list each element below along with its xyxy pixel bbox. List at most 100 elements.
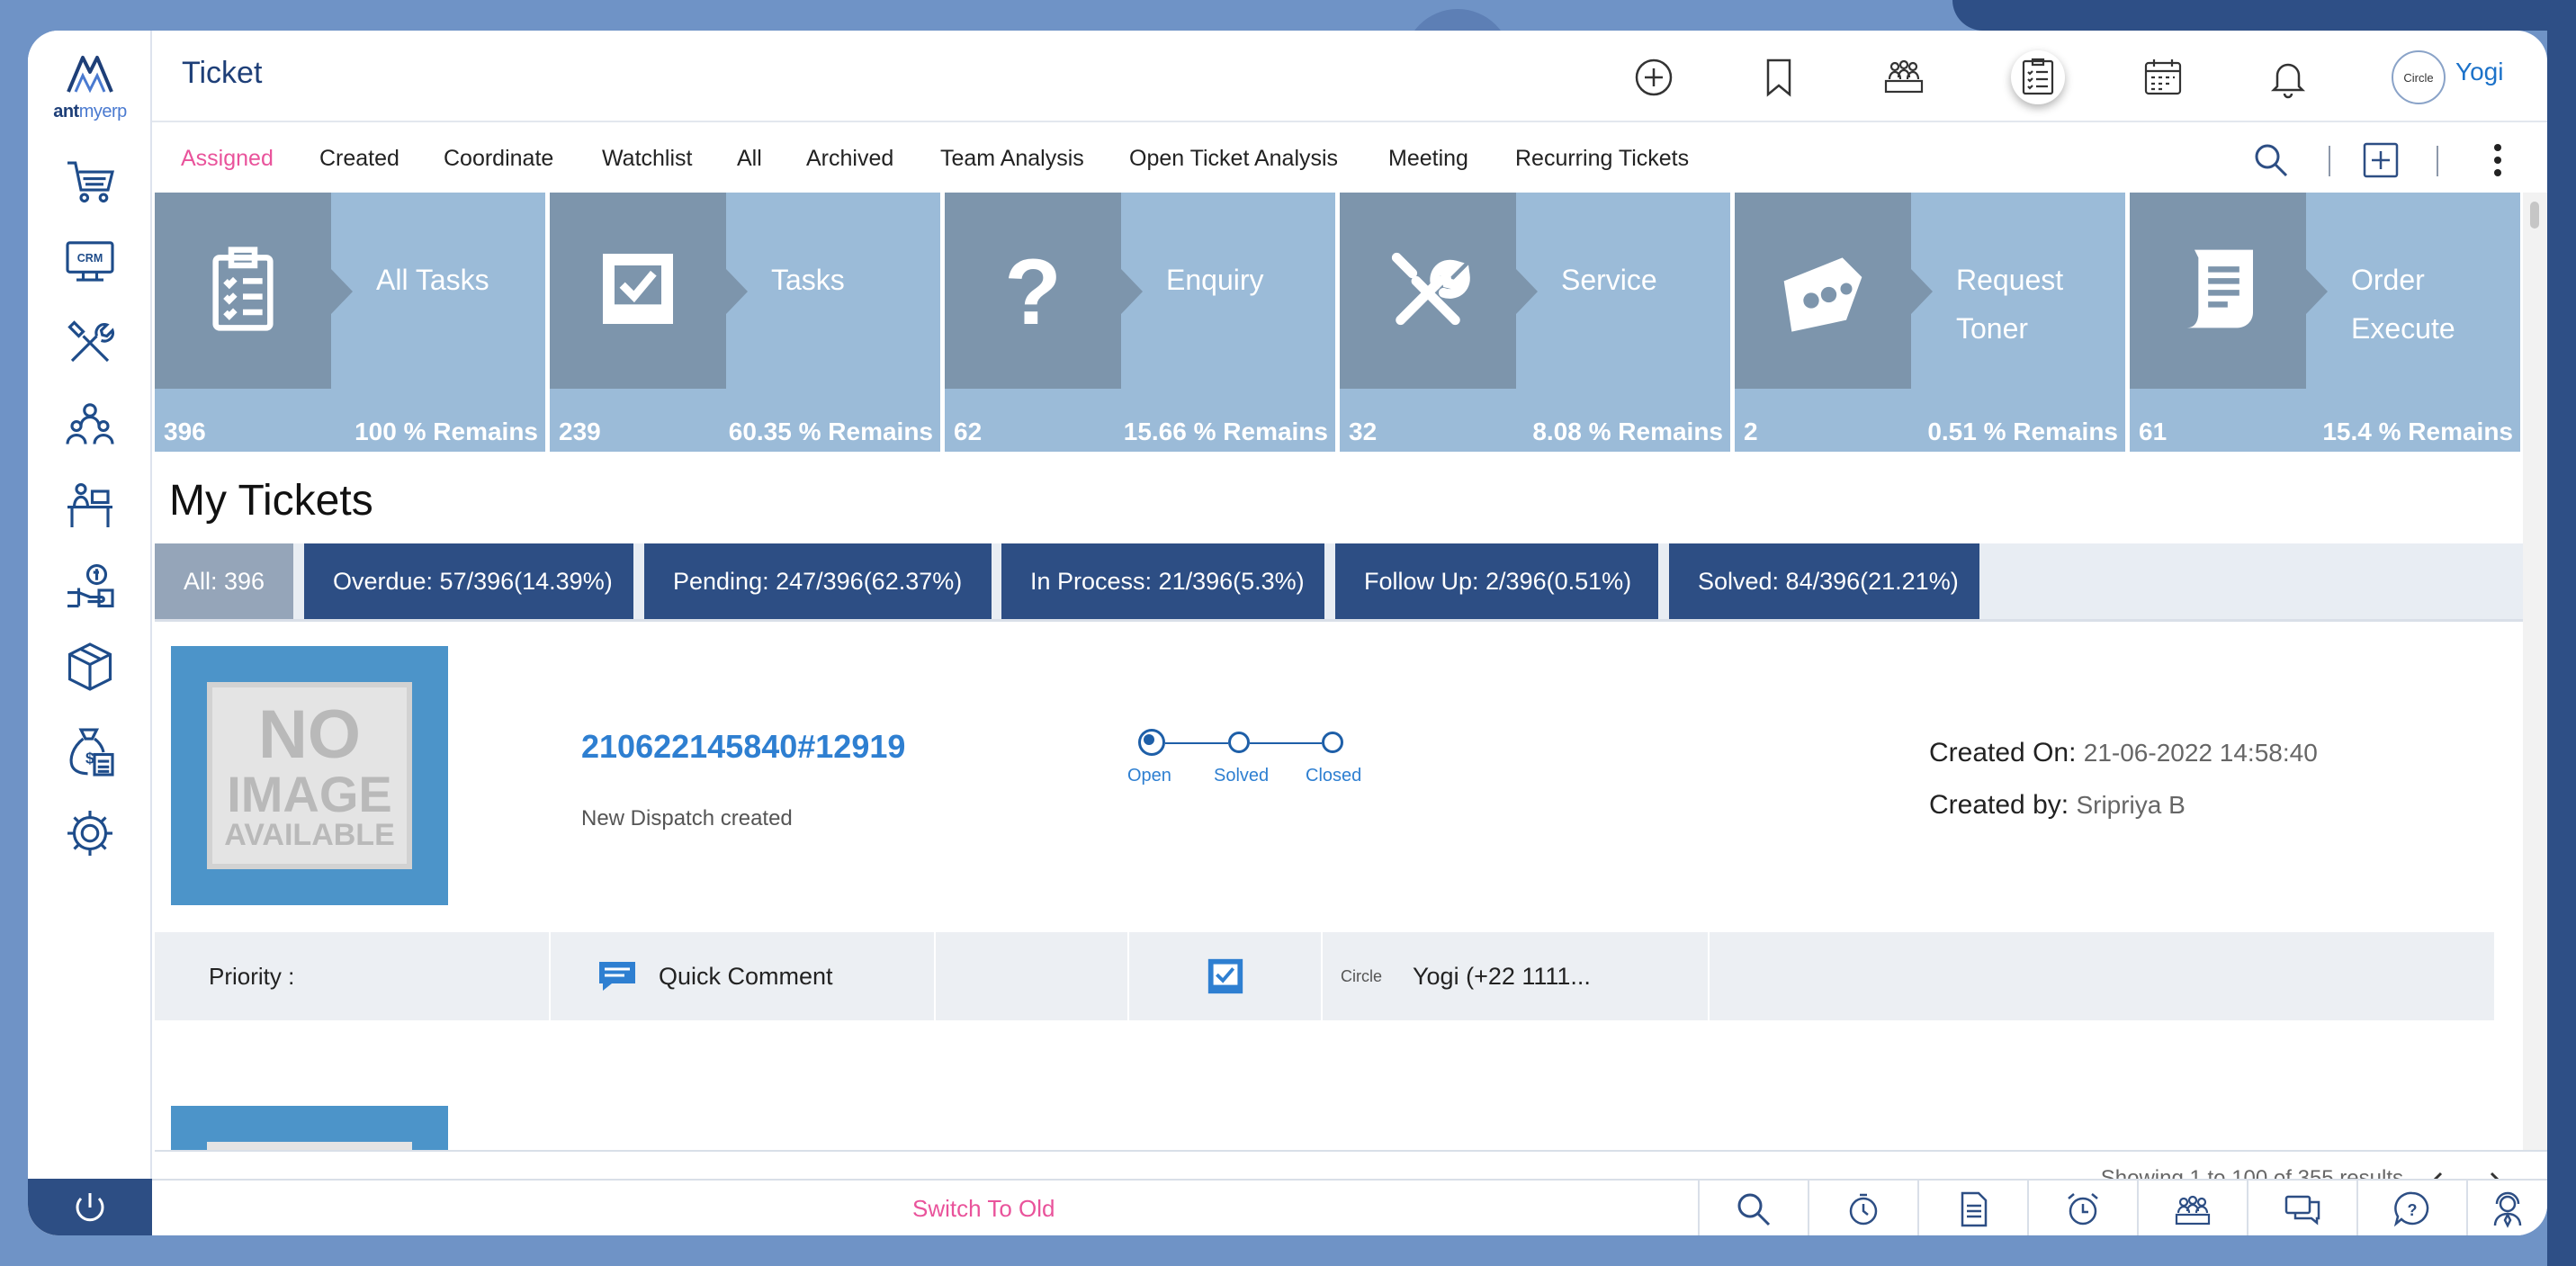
meeting-icon[interactable] bbox=[1877, 50, 1931, 104]
tools-icon[interactable] bbox=[61, 314, 119, 372]
card-service[interactable]: Service 32 8.08 % Remains bbox=[1340, 193, 1730, 452]
team-icon[interactable] bbox=[61, 395, 119, 453]
step-label: Open bbox=[1127, 766, 1171, 786]
card-icon-box bbox=[155, 193, 331, 389]
assignee-cell[interactable]: Circle Yogi (+22 1111... bbox=[1323, 932, 1710, 1020]
ticket-thumbnail[interactable]: NO IMAGE AVAILABLE bbox=[171, 646, 448, 905]
document-icon[interactable] bbox=[1917, 1181, 2027, 1235]
checkbox-icon bbox=[603, 254, 673, 324]
tab-coordinate[interactable]: Coordinate bbox=[444, 146, 553, 172]
card-icon-box bbox=[550, 193, 726, 389]
toner-icon bbox=[1783, 257, 1862, 332]
scrollbar[interactable] bbox=[2523, 193, 2547, 1150]
more-options-icon[interactable] bbox=[2474, 137, 2521, 184]
created-by-label: Created by: bbox=[1929, 790, 2069, 820]
card-count: 32 bbox=[1349, 418, 1378, 445]
settings-icon[interactable] bbox=[61, 804, 119, 862]
card-all-tasks[interactable]: All Tasks 396 100 % Remains bbox=[155, 193, 545, 452]
sidebar: antmyerp CRM $ bbox=[28, 31, 152, 1235]
card-arrow bbox=[2306, 269, 2328, 314]
status-tab-in-process[interactable]: In Process: 21/396(5.3%) bbox=[1001, 543, 1324, 619]
card-arrow bbox=[1911, 269, 1933, 314]
card-count: 62 bbox=[954, 418, 983, 445]
no-image-placeholder: NO IMAGE AVAILABLE bbox=[207, 682, 412, 869]
status-tab-pending[interactable]: Pending: 247/396(62.37%) bbox=[644, 543, 992, 619]
search-icon[interactable] bbox=[2248, 137, 2294, 184]
checklist-icon[interactable] bbox=[2011, 50, 2065, 104]
add-circle-icon[interactable] bbox=[1627, 50, 1681, 104]
ticket-thumbnail[interactable] bbox=[171, 1106, 448, 1150]
logout-button[interactable] bbox=[28, 1179, 152, 1235]
card-enquiry[interactable]: ? Enquiry 62 15.66 % Remains bbox=[945, 193, 1335, 452]
support-agent-icon[interactable] bbox=[2466, 1181, 2547, 1235]
ticket-meta: Created On: 21-06-2022 14:58:40 Created … bbox=[1929, 727, 2318, 831]
ticket-id-link[interactable]: 210622145840#12919 bbox=[581, 728, 905, 766]
help-icon[interactable]: ? bbox=[2356, 1181, 2466, 1235]
avatar[interactable]: Circle bbox=[2392, 50, 2446, 104]
card-title: Enquiry bbox=[1166, 264, 1264, 296]
tab-recurring-tickets[interactable]: Recurring Tickets bbox=[1515, 146, 1689, 172]
status-tab-all[interactable]: All: 396 bbox=[155, 543, 293, 619]
logo-icon bbox=[67, 56, 113, 94]
timer-icon[interactable] bbox=[1808, 1181, 1917, 1235]
card-icon-box: ? bbox=[945, 193, 1121, 389]
step-open-dot bbox=[1138, 729, 1165, 756]
card-count: 396 bbox=[164, 418, 206, 445]
search-icon[interactable] bbox=[1698, 1181, 1808, 1235]
tab-meeting[interactable]: Meeting bbox=[1388, 146, 1468, 172]
add-ticket-icon[interactable] bbox=[2357, 137, 2404, 184]
bell-icon[interactable] bbox=[2261, 50, 2315, 104]
tab-open-ticket-analysis[interactable]: Open Ticket Analysis bbox=[1129, 146, 1338, 172]
card-request-toner[interactable]: Request Toner 2 0.51 % Remains bbox=[1735, 193, 2125, 452]
bookmark-icon[interactable] bbox=[1752, 50, 1806, 104]
card-title: Service bbox=[1561, 264, 1657, 296]
tab-watchlist[interactable]: Watchlist bbox=[602, 146, 692, 172]
money-bag-icon[interactable]: $ bbox=[61, 723, 119, 781]
tab-created[interactable]: Created bbox=[319, 146, 399, 172]
page-title: Ticket bbox=[182, 56, 263, 90]
status-tab-follow-up[interactable]: Follow Up: 2/396(0.51%) bbox=[1335, 543, 1658, 619]
created-on-label: Created On: bbox=[1929, 738, 2077, 768]
logo[interactable]: antmyerp bbox=[28, 52, 152, 122]
tab-assigned[interactable]: Assigned bbox=[181, 146, 274, 172]
card-remains: 15.66 % Remains bbox=[1123, 418, 1328, 445]
empty-cell bbox=[936, 932, 1129, 1020]
status-filter-bar: All: 396 Overdue: 57/396(14.39%) Pending… bbox=[155, 543, 2523, 619]
desk-icon[interactable] bbox=[61, 476, 119, 534]
step-label: Solved bbox=[1214, 766, 1270, 786]
stepper-line bbox=[1250, 742, 1322, 744]
crm-icon[interactable]: CRM bbox=[61, 233, 119, 291]
assignee-name: Yogi (+22 1111... bbox=[1413, 962, 1591, 990]
logo-text: antmyerp bbox=[53, 102, 127, 121]
tab-all[interactable]: All bbox=[737, 146, 762, 172]
status-tab-overdue[interactable]: Overdue: 57/396(14.39%) bbox=[304, 543, 633, 619]
wrench-screwdriver-icon bbox=[1391, 252, 1470, 326]
bottom-bar: Switch To Old ? bbox=[152, 1179, 2547, 1235]
card-title: Tasks bbox=[771, 264, 845, 296]
chat-icon[interactable] bbox=[2247, 1181, 2356, 1235]
cart-icon[interactable] bbox=[61, 152, 119, 210]
priority-cell: Priority : bbox=[155, 932, 551, 1020]
step-closed-dot bbox=[1322, 732, 1343, 753]
avatar-text: Circle bbox=[2403, 70, 2434, 85]
card-order-execute[interactable]: Order Execute 61 15.4 % Remains bbox=[2130, 193, 2520, 452]
switch-to-old-link[interactable]: Switch To Old bbox=[912, 1195, 1055, 1223]
tab-archived[interactable]: Archived bbox=[806, 146, 893, 172]
summary-cards: All Tasks 396 100 % Remains Tasks 239 60… bbox=[155, 193, 2523, 452]
quick-comment-button[interactable]: Quick Comment bbox=[551, 932, 936, 1020]
background-shape bbox=[2547, 0, 2576, 1266]
user-name[interactable]: Yogi bbox=[2455, 58, 2503, 86]
card-count: 61 bbox=[2139, 418, 2168, 445]
complete-task-button[interactable] bbox=[1129, 932, 1323, 1020]
status-tab-solved[interactable]: Solved: 84/396(21.21%) bbox=[1669, 543, 1979, 619]
top-header: Ticket Circle Yogi bbox=[152, 31, 2547, 122]
tab-team-analysis[interactable]: Team Analysis bbox=[940, 146, 1084, 172]
group-icon[interactable] bbox=[2137, 1181, 2247, 1235]
card-tasks[interactable]: Tasks 239 60.35 % Remains bbox=[550, 193, 940, 452]
alarm-icon[interactable] bbox=[2027, 1181, 2137, 1235]
calendar-icon[interactable] bbox=[2136, 50, 2190, 104]
card-count: 239 bbox=[559, 418, 601, 445]
box-icon[interactable] bbox=[61, 638, 119, 696]
finance-icon[interactable] bbox=[61, 557, 119, 615]
card-arrow bbox=[1516, 269, 1538, 314]
